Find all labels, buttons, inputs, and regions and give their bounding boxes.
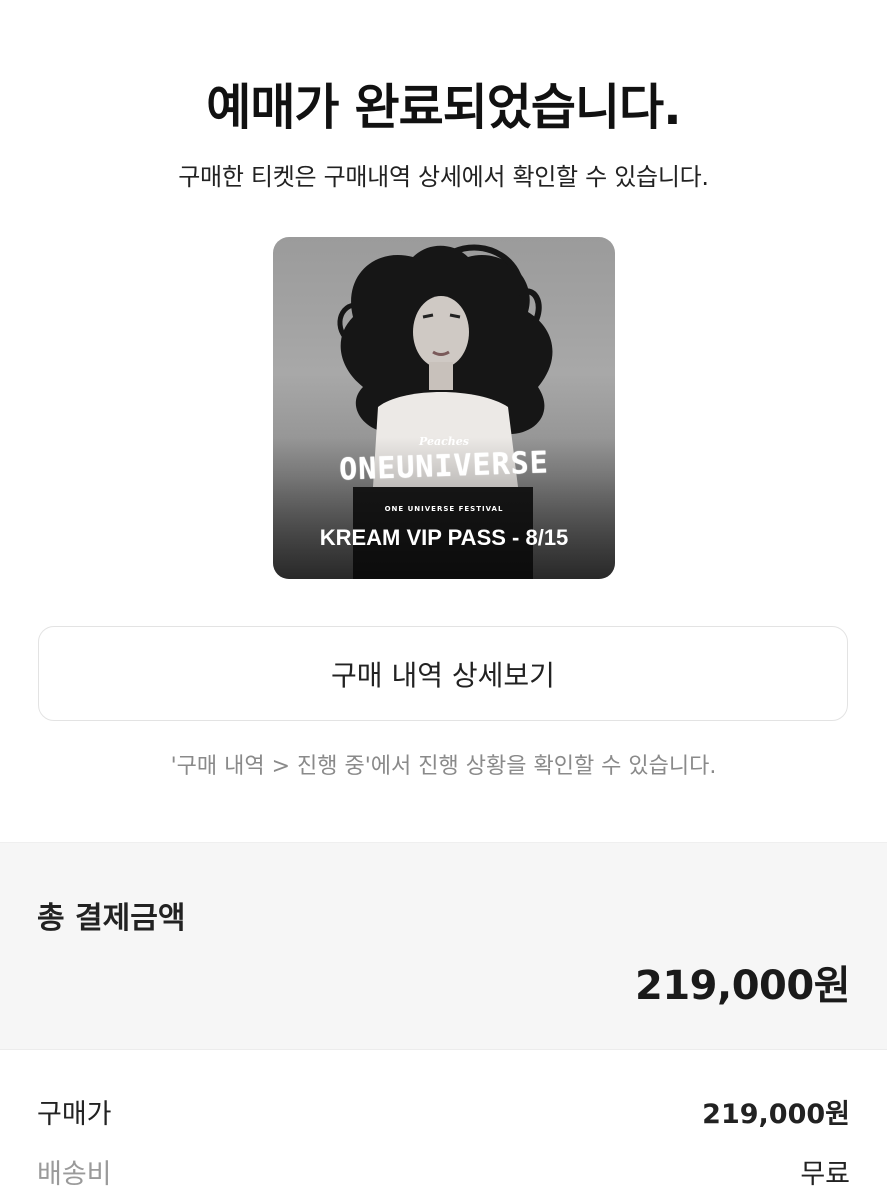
progress-hint: '구매 내역 > 진행 중'에서 진행 상황을 확인할 수 있습니다.: [170, 754, 717, 779]
price-label: 구매가: [37, 1099, 112, 1130]
shipping-value: 무료: [800, 1159, 850, 1190]
page-title: 예매가 완료되었습니다.: [206, 79, 681, 136]
shipping-row: 배송비 무료: [37, 1152, 850, 1191]
purchase-detail-button[interactable]: 구매 내역 상세보기: [38, 626, 848, 721]
poster-festival: ONE UNIVERSE FESTIVAL: [384, 505, 504, 513]
total-payment-amount: 219,000원: [635, 963, 851, 1009]
price-value: 219,000원: [702, 1099, 850, 1130]
ticket-poster: Peaches ONEUNIVERSE ONE UNIVERSE FESTIVA…: [273, 237, 615, 579]
shipping-label: 배송비: [37, 1159, 112, 1190]
poster-pass-name: KREAM VIP PASS - 8/15: [319, 525, 569, 550]
total-payment-label: 총 결제금액: [37, 901, 186, 936]
total-payment-section: 총 결제금액 219,000원: [0, 842, 887, 1050]
page-subtitle: 구매한 티켓은 구매내역 상세에서 확인할 수 있습니다.: [178, 163, 709, 191]
price-row: 구매가 219,000원: [37, 1092, 850, 1131]
